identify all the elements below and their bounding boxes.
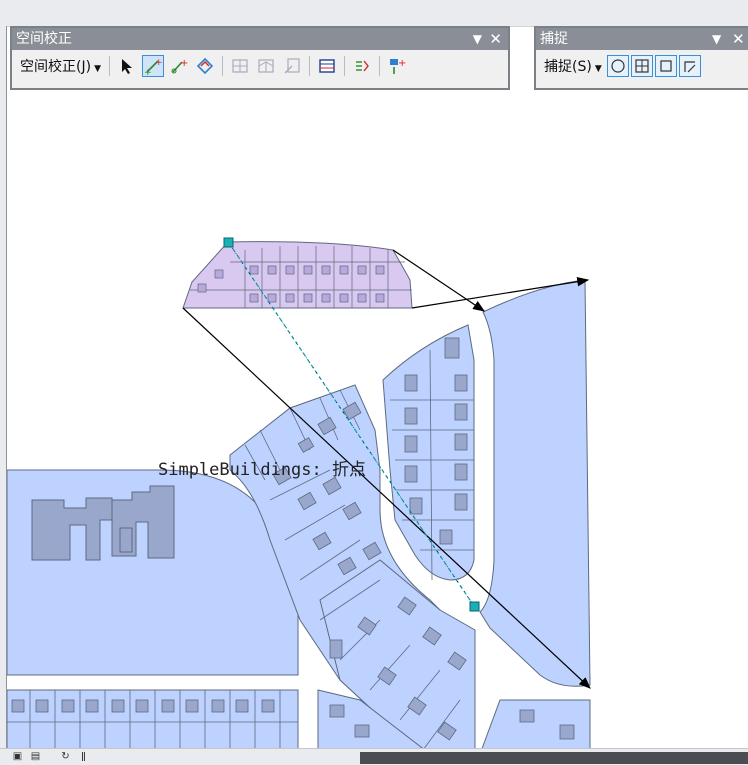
- close-icon[interactable]: ✕: [732, 28, 745, 50]
- refresh-icon[interactable]: ↻: [60, 751, 71, 762]
- vertex-snap-icon[interactable]: [654, 55, 677, 77]
- toolbar-separator: [343, 56, 345, 76]
- map-canvas[interactable]: [7, 91, 748, 754]
- link-start-vertex: [223, 237, 234, 248]
- select-arrow-icon[interactable]: [116, 55, 138, 77]
- snap-tip-label: SimpleBuildings: 折点: [158, 460, 366, 480]
- data-view-icon[interactable]: ▤: [30, 751, 41, 762]
- end-snap-icon[interactable]: [630, 55, 653, 77]
- toolbar-options-icon[interactable]: ▼: [712, 28, 721, 50]
- svg-text:+: +: [180, 58, 188, 69]
- horizontal-scrollbar[interactable]: [360, 752, 748, 764]
- new-limited-adjustment-area-icon[interactable]: [255, 55, 277, 77]
- toolbar-separator: [221, 56, 223, 76]
- edge-match-icon[interactable]: +: [386, 55, 408, 77]
- snapping-menu-label: 捕捉(S): [544, 59, 592, 75]
- toolbar-options-icon[interactable]: ▼: [473, 28, 482, 50]
- pause-icon[interactable]: ǁ: [78, 751, 89, 762]
- clear-limited-adjustment-area-icon[interactable]: [281, 55, 303, 77]
- svg-text:+: +: [144, 68, 152, 75]
- layout-view-icon[interactable]: ▣: [12, 751, 23, 762]
- link-end-vertex: [469, 601, 480, 612]
- spatial-adjustment-menu-label: 空间校正(J): [20, 59, 92, 75]
- narrow-block: [382, 324, 475, 581]
- window-frame-left: [0, 26, 7, 754]
- close-icon[interactable]: ✕: [489, 28, 502, 50]
- new-identity-link-icon[interactable]: [229, 55, 251, 77]
- svg-text:+: +: [398, 58, 406, 69]
- point-snap-icon[interactable]: [606, 55, 629, 77]
- snapping-menu[interactable]: 捕捉(S) ▼: [540, 56, 606, 76]
- right-parcel: [479, 279, 591, 687]
- snapping-toolbar-titlebar[interactable]: 捕捉 ▼ ✕: [536, 28, 748, 50]
- spatial-adjustment-toolbar-title: 空间校正: [16, 31, 72, 47]
- view-link-table-icon[interactable]: [316, 55, 338, 77]
- multiple-displacement-links-icon[interactable]: [194, 55, 216, 77]
- dropdown-caret-icon: ▼: [594, 64, 602, 74]
- new-displacement-link-icon[interactable]: + +: [141, 55, 164, 77]
- modify-link-icon[interactable]: +: [168, 55, 190, 77]
- map-view[interactable]: [7, 91, 748, 754]
- attribute-transfer-icon[interactable]: [351, 55, 373, 77]
- edge-snap-icon[interactable]: [678, 55, 701, 77]
- spatial-adjustment-toolbar: 空间校正 ▼ ✕ 空间校正(J) ▼ + + + +: [10, 26, 510, 90]
- snapping-toolbar: 捕捉 ▼ ✕ 捕捉(S) ▼: [534, 26, 748, 90]
- spatial-adjustment-menu[interactable]: 空间校正(J) ▼: [16, 56, 105, 76]
- toolbar-separator: [378, 56, 380, 76]
- toolbar-separator: [108, 56, 110, 76]
- dropdown-caret-icon: ▼: [94, 64, 101, 74]
- svg-text:+: +: [155, 58, 162, 68]
- toolbar-separator: [308, 56, 310, 76]
- top-frame-strip: [0, 0, 748, 27]
- spatial-adjustment-toolbar-titlebar[interactable]: 空间校正 ▼ ✕: [12, 28, 508, 50]
- snapping-toolbar-title: 捕捉: [540, 31, 568, 47]
